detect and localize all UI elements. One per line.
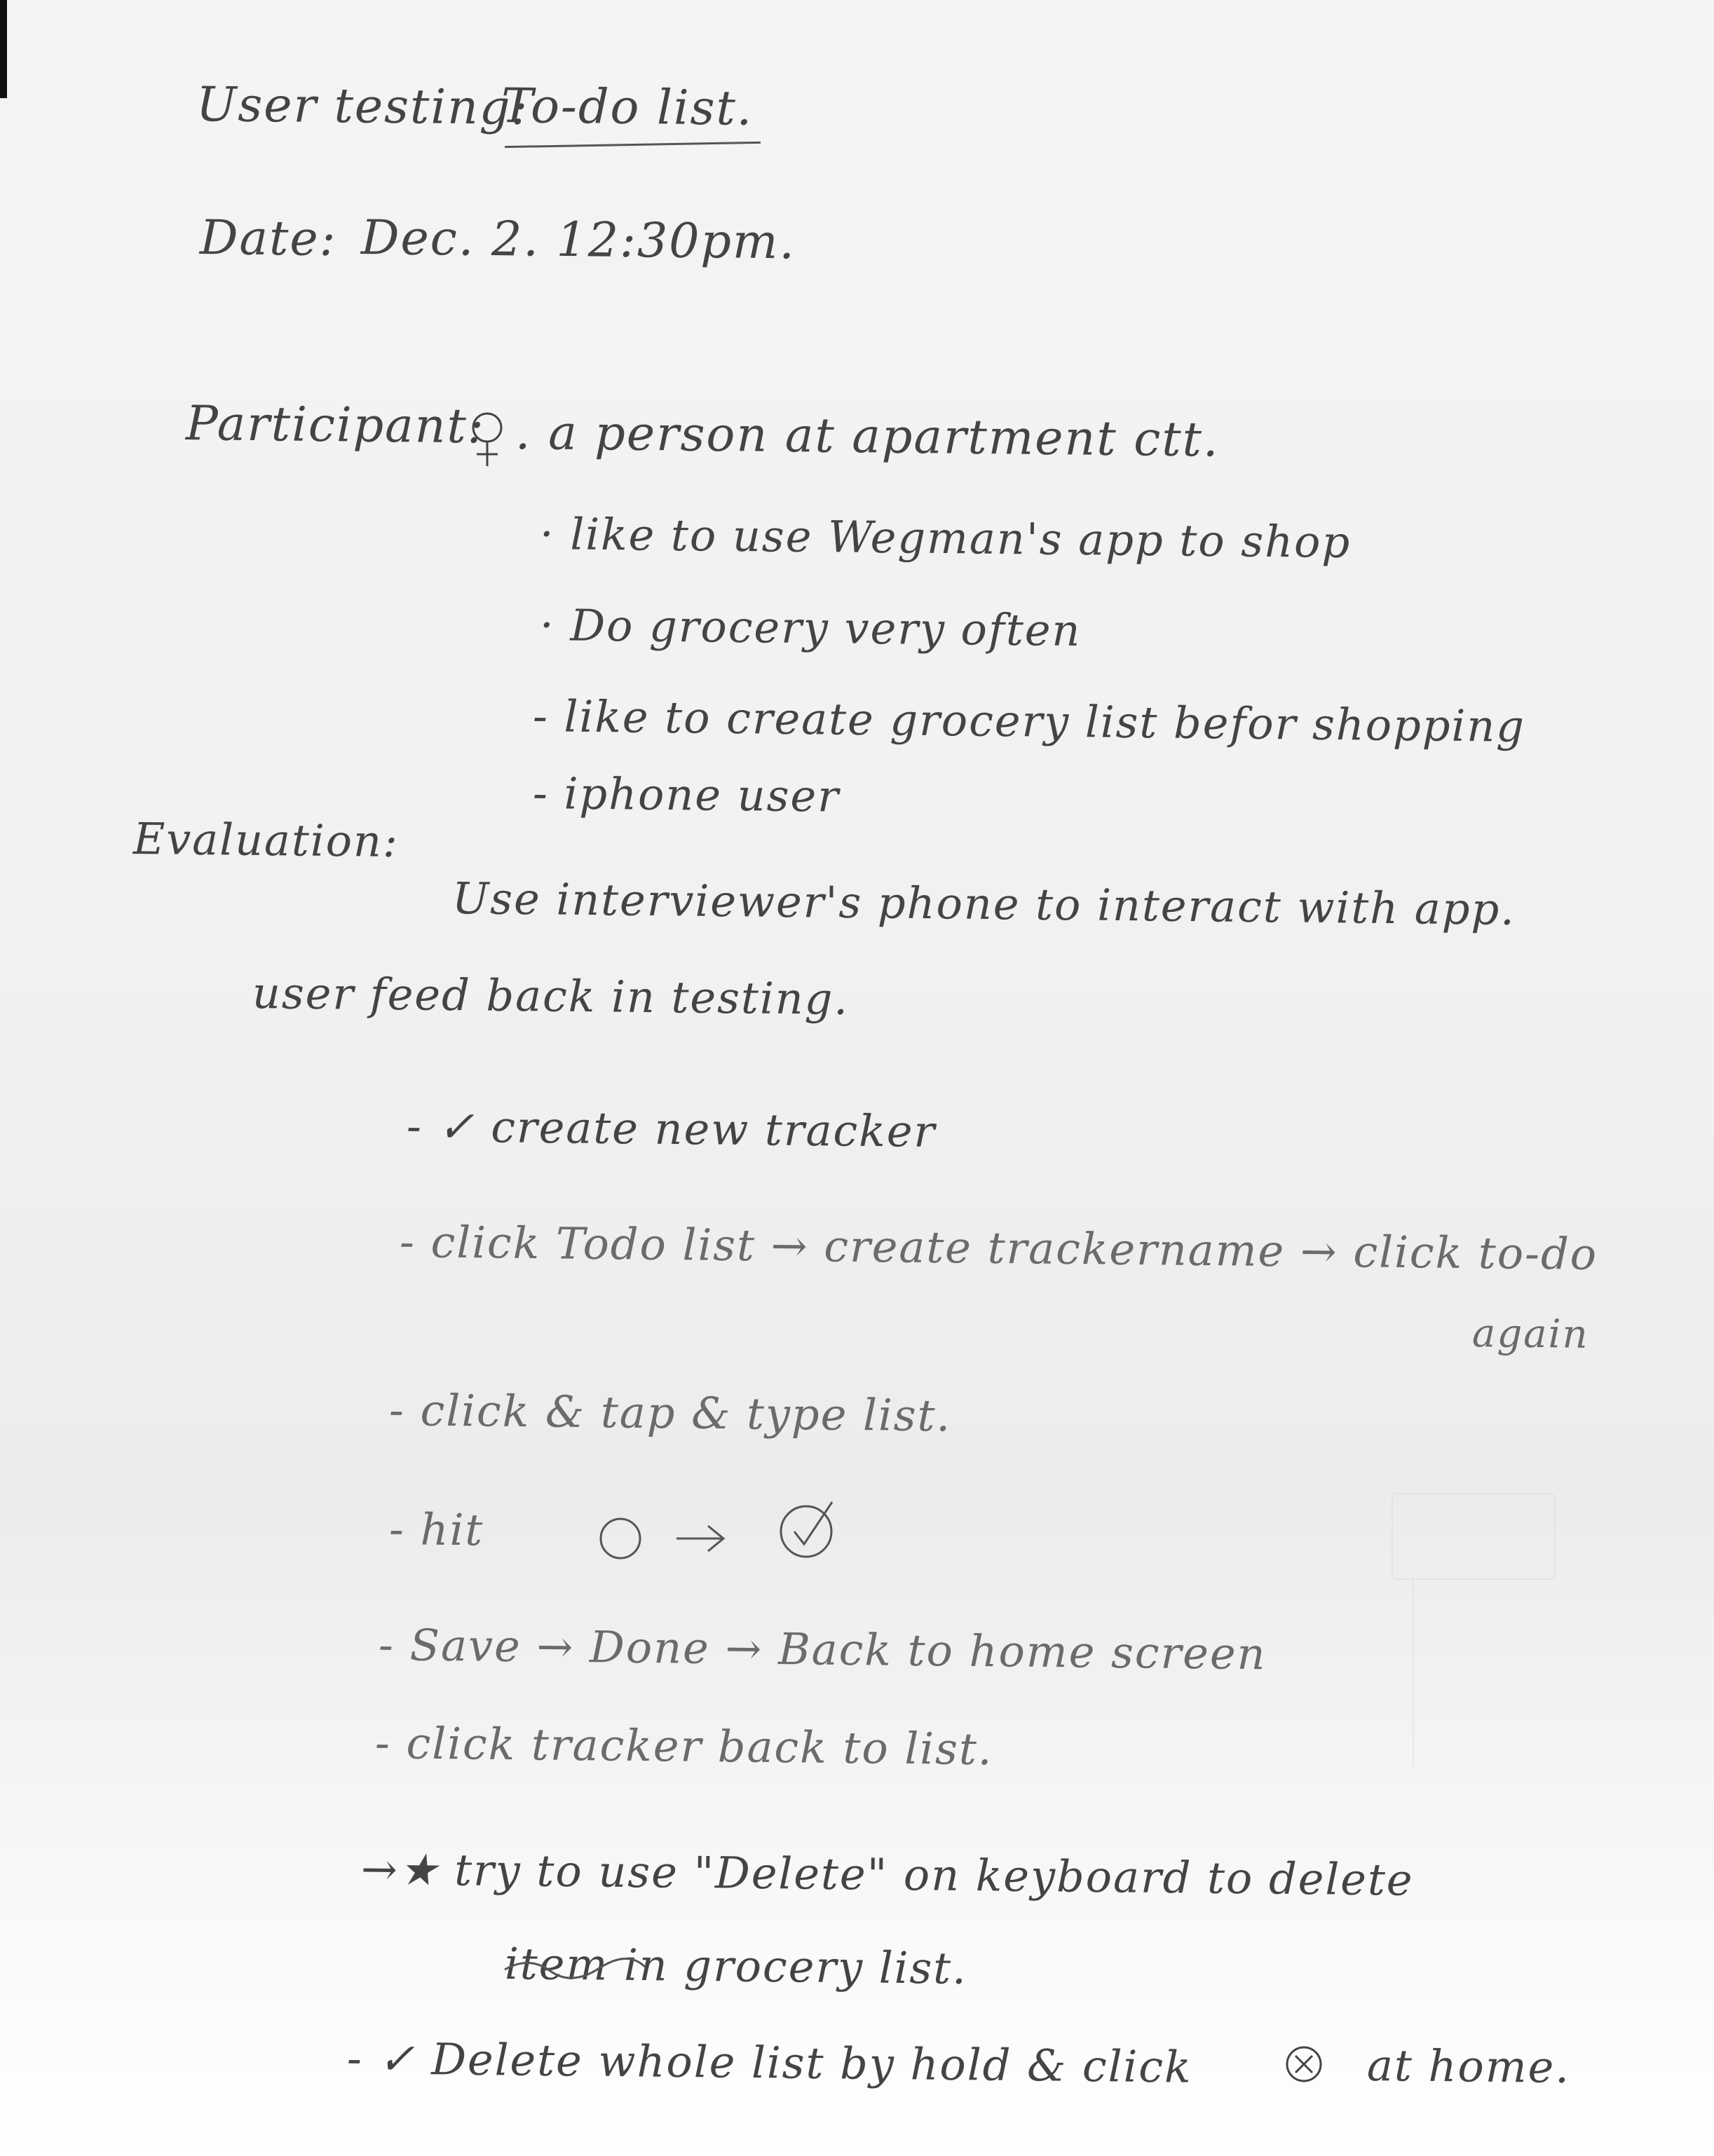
heading-label: User testing: bbox=[196, 77, 529, 136]
participant-trait: - iphone user bbox=[532, 767, 841, 822]
title-underline bbox=[505, 141, 761, 149]
date-value: Dec. 2. 12:30pm. bbox=[360, 210, 796, 271]
participant-trait: · Do grocery very often bbox=[539, 599, 1082, 657]
feedback-item-continuation: at home. bbox=[1366, 2040, 1571, 2094]
faint-erased-rectangle bbox=[1392, 1493, 1556, 1580]
participant-trait: - like to create grocery list befor shop… bbox=[532, 690, 1526, 752]
participant-label: Participant: bbox=[185, 396, 486, 455]
feedback-item: →★ try to use "Delete" on keyboard to de… bbox=[360, 1843, 1414, 1906]
heading-title: To-do list. bbox=[501, 79, 754, 137]
feedback-item: - click tracker back to list. bbox=[374, 1717, 993, 1775]
evaluation-label: Evaluation: bbox=[132, 813, 400, 867]
feedback-item-continuation: again bbox=[1471, 1311, 1589, 1358]
feedback-item: - click Todo list → create trackername →… bbox=[399, 1216, 1598, 1280]
feedback-item: - ✓ Delete whole list by hold & click bbox=[346, 2033, 1193, 2093]
feedback-item: - click & tap & type list. bbox=[388, 1384, 952, 1442]
date-label: Date: bbox=[199, 210, 337, 268]
checked-circle-icon bbox=[780, 1501, 834, 1558]
female-symbol-icon bbox=[472, 412, 503, 466]
feedback-heading: user feed back in testing. bbox=[252, 967, 850, 1025]
evaluation-text: Use interviewer's phone to interact with… bbox=[451, 873, 1516, 935]
scribbled-word bbox=[504, 1958, 646, 1979]
feedback-item: - Save → Done → Back to home screen bbox=[378, 1619, 1267, 1680]
participant-trait: · like to use Wegman's app to shop bbox=[539, 508, 1352, 568]
notebook-page: User testing: To-do list. Date: Dec. 2. … bbox=[0, 0, 1714, 2156]
feedback-item: - hit bbox=[388, 1503, 484, 1556]
page-edge-shadow bbox=[0, 0, 7, 98]
faint-erased-line bbox=[1413, 1577, 1414, 1766]
feedback-item: - ✓ create new tracker bbox=[406, 1100, 937, 1157]
arrow-right-icon bbox=[676, 1524, 726, 1553]
x-circle-icon bbox=[1286, 2046, 1322, 2082]
empty-circle-icon bbox=[599, 1517, 641, 1560]
participant-description: . a person at apartment ctt. bbox=[515, 405, 1220, 468]
